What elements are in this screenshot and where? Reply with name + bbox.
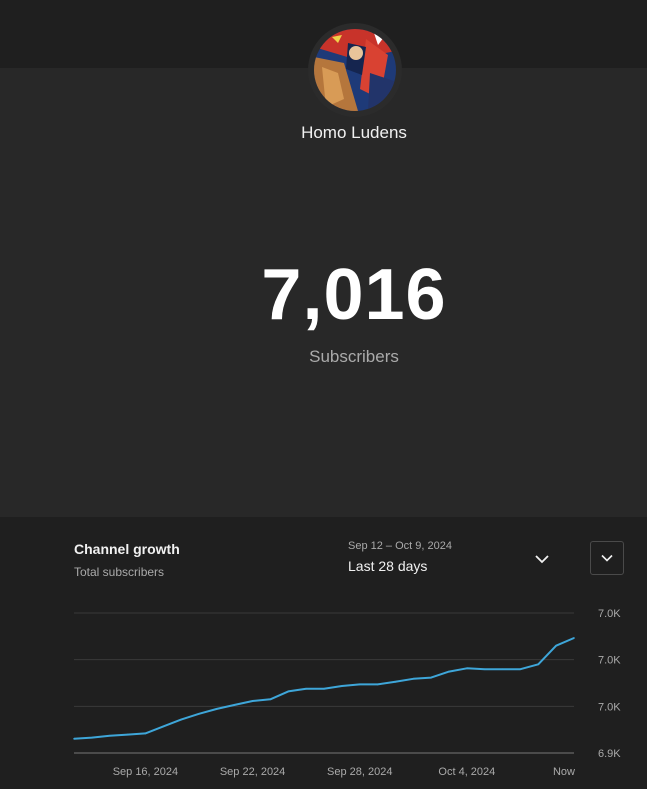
data-point bbox=[126, 733, 129, 736]
data-point bbox=[287, 690, 290, 693]
panel-subtitle: Total subscribers bbox=[74, 565, 165, 579]
collapse-button[interactable] bbox=[590, 541, 624, 575]
data-point bbox=[430, 676, 432, 679]
x-tick-label: Oct 4, 2024 bbox=[438, 766, 495, 778]
subscriber-label: Subscribers bbox=[309, 347, 399, 366]
y-tick-label: 7.0K bbox=[598, 608, 621, 620]
data-point bbox=[216, 708, 218, 710]
channel-avatar[interactable] bbox=[314, 29, 396, 111]
y-tick-label: 6.9K bbox=[598, 748, 621, 760]
data-point bbox=[144, 732, 147, 735]
data-point bbox=[394, 681, 397, 683]
panel-title: Channel growth bbox=[74, 541, 180, 557]
data-point bbox=[537, 663, 540, 666]
data-point bbox=[555, 644, 557, 647]
data-point bbox=[305, 688, 307, 690]
channel-name: Homo Ludens bbox=[301, 123, 407, 142]
data-point bbox=[91, 736, 93, 739]
data-point bbox=[180, 718, 182, 721]
data-point bbox=[376, 683, 379, 686]
data-point bbox=[412, 678, 415, 680]
data-point bbox=[108, 734, 111, 737]
data-point bbox=[341, 685, 343, 687]
data-point bbox=[198, 713, 200, 715]
data-point bbox=[162, 725, 165, 728]
x-tick-label: Now bbox=[553, 766, 575, 778]
subscriber-count: 7,016 bbox=[261, 255, 447, 335]
y-tick-label: 7.0K bbox=[598, 701, 621, 713]
subscriber-growth-chart: 7.0K 7.0K 7.0K 6.9K Sep 16, 2024 Sep 22, 2024… bbox=[73, 608, 621, 778]
data-point bbox=[251, 700, 254, 702]
date-range-label[interactable]: Last 28 days bbox=[348, 558, 427, 574]
data-point bbox=[519, 668, 522, 671]
y-tick-label: 7.0K bbox=[598, 655, 621, 667]
data-point bbox=[269, 698, 272, 701]
data-point bbox=[573, 637, 575, 639]
data-point bbox=[501, 668, 504, 671]
data-point bbox=[323, 688, 325, 690]
x-tick-label: Sep 28, 2024 bbox=[327, 766, 392, 778]
data-point bbox=[448, 670, 450, 673]
x-tick-label: Sep 16, 2024 bbox=[113, 766, 178, 778]
chevron-down-icon[interactable] bbox=[532, 549, 552, 569]
date-range-text: Sep 12 – Oct 9, 2024 bbox=[348, 540, 452, 552]
avatar-artwork bbox=[314, 29, 396, 111]
data-point bbox=[358, 683, 361, 686]
chevron-down-icon bbox=[601, 554, 613, 562]
data-point bbox=[73, 737, 75, 740]
data-point bbox=[233, 704, 236, 706]
x-tick-label: Sep 22, 2024 bbox=[220, 766, 285, 778]
data-point bbox=[483, 668, 486, 671]
data-point bbox=[466, 667, 468, 670]
